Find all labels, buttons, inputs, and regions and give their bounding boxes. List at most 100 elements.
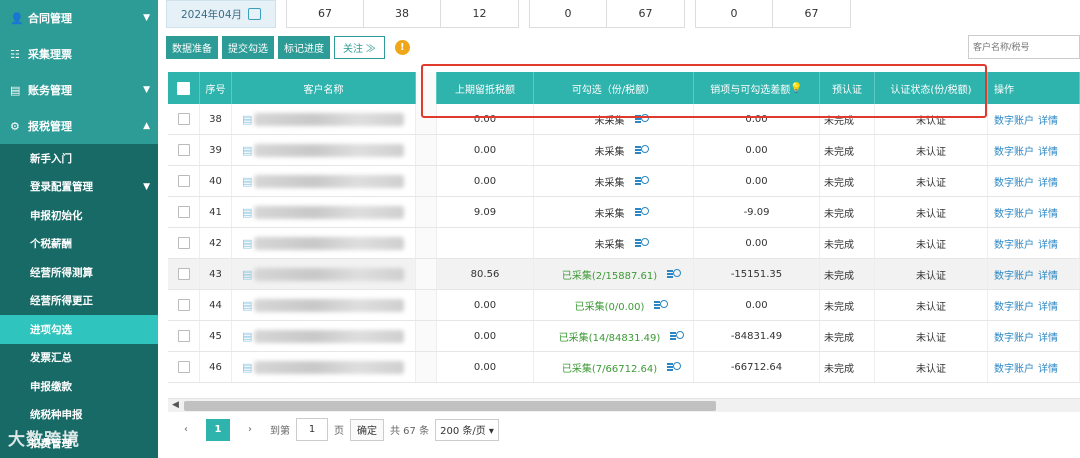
stat-value[interactable]: 67 <box>773 0 850 27</box>
detail-search-icon[interactable] <box>654 299 669 311</box>
calendar-icon[interactable] <box>248 8 262 20</box>
digital-account-link[interactable]: 数字账户 <box>994 174 1034 189</box>
detail-search-icon[interactable] <box>667 268 682 280</box>
sidebar-subitem-6[interactable]: 进项勾选 <box>0 315 158 344</box>
stat-value[interactable]: 67 <box>287 0 364 27</box>
next-page-icon[interactable]: › <box>238 419 262 441</box>
digital-account-link[interactable]: 数字账户 <box>994 143 1034 158</box>
stat-value[interactable]: 0 <box>530 0 607 27</box>
digital-account-link[interactable]: 数字账户 <box>994 298 1034 313</box>
submit-selection-button[interactable]: 提交勾选 <box>222 36 274 59</box>
digital-account-link[interactable]: 数字账户 <box>994 360 1034 375</box>
selectable-value[interactable]: 已采集(14/84831.49) <box>559 329 661 344</box>
client-name-cell[interactable]: ▤ <box>232 259 416 289</box>
digital-account-link[interactable]: 数字账户 <box>994 236 1034 251</box>
mark-progress-button[interactable]: 标记进度 <box>278 36 330 59</box>
client-name-cell[interactable]: ▤ <box>232 228 416 258</box>
row-checkbox[interactable] <box>177 113 190 125</box>
goto-confirm-button[interactable]: 确定 <box>350 418 384 441</box>
sidebar-subitem-0[interactable]: 新手入门 <box>0 144 158 173</box>
detail-search-icon[interactable] <box>634 175 649 187</box>
row-checkbox[interactable] <box>177 330 190 342</box>
prev-page-icon[interactable]: ‹ <box>174 419 198 441</box>
search-input[interactable] <box>968 35 1080 59</box>
sidebar-subitem-5[interactable]: 经营所得更正 <box>0 287 158 316</box>
sidebar-item-2[interactable]: ▤ 账务管理 ▼ <box>0 72 158 108</box>
client-name-cell[interactable]: ▤ <box>232 104 416 134</box>
stat-value[interactable]: 0 <box>696 0 773 27</box>
row-checkbox[interactable] <box>177 144 190 156</box>
sidebar-subitem-8[interactable]: 申报缴款 <box>0 372 158 401</box>
details-link[interactable]: 详情 <box>1038 236 1058 251</box>
row-checkbox[interactable] <box>177 237 190 249</box>
digital-account-link[interactable]: 数字账户 <box>994 329 1034 344</box>
details-link[interactable]: 详情 <box>1038 112 1058 127</box>
pre-cert-cell: 未完成 <box>820 135 875 165</box>
row-checkbox[interactable] <box>177 299 190 311</box>
client-name-cell[interactable]: ▤ <box>232 135 416 165</box>
sidebar-subitem-2[interactable]: 申报初始化 <box>0 201 158 230</box>
row-checkbox[interactable] <box>177 361 190 373</box>
scroll-left-icon[interactable]: ◀ <box>172 400 179 410</box>
scroll-thumb[interactable] <box>184 401 716 411</box>
selectable-value[interactable]: 已采集(2/15887.61) <box>562 267 657 282</box>
detail-search-icon[interactable] <box>634 237 649 249</box>
detail-search-icon[interactable] <box>634 206 649 218</box>
info-icon[interactable]: ! <box>394 40 410 55</box>
digital-account-link[interactable]: 数字账户 <box>994 205 1034 220</box>
stat-value[interactable]: 12 <box>441 0 518 27</box>
details-link[interactable]: 详情 <box>1038 267 1058 282</box>
client-name-cell[interactable]: ▤ <box>232 166 416 196</box>
client-name-cell[interactable]: ▤ <box>232 290 416 320</box>
sidebar-subitem-3[interactable]: 个税薪酬 <box>0 230 158 259</box>
row-checkbox[interactable] <box>177 268 190 280</box>
table-row[interactable]: 40 ▤ 0.00 未采集 0.00 未完成 未认证 数字账户 详情 <box>168 166 1080 197</box>
select-all-checkbox[interactable] <box>177 81 190 95</box>
details-link[interactable]: 详情 <box>1038 329 1058 344</box>
page-input[interactable]: 1 <box>296 418 328 441</box>
client-name-cell[interactable]: ▤ <box>232 352 416 382</box>
stat-value[interactable]: 67 <box>607 0 684 27</box>
follow-button[interactable]: 关注 ≫ <box>334 36 385 59</box>
details-link[interactable]: 详情 <box>1038 174 1058 189</box>
detail-search-icon[interactable] <box>667 361 682 373</box>
client-name-cell[interactable]: ▤ <box>232 197 416 227</box>
page-size-select[interactable]: 200 条/页 ▾ <box>435 418 499 441</box>
detail-search-icon[interactable] <box>634 113 649 125</box>
table-row[interactable]: 41 ▤ 9.09 未采集 -9.09 未完成 未认证 数字账户 详情 <box>168 197 1080 228</box>
data-prepare-button[interactable]: 数据准备 <box>166 36 218 59</box>
sidebar-subitem-label: 发票汇总 <box>30 352 72 365</box>
selectable-value[interactable]: 已采集(7/66712.64) <box>562 360 657 375</box>
table-row[interactable]: 38 ▤ 0.00 未采集 0.00 未完成 未认证 数字账户 详情 <box>168 104 1080 135</box>
row-checkbox[interactable] <box>177 206 190 218</box>
detail-search-icon[interactable] <box>670 330 685 342</box>
table-row[interactable]: 43 ▤ 80.56 已采集(2/15887.61) -15151.35 未完成 未认证 数字… <box>168 259 1080 290</box>
table-row[interactable]: 42 ▤ 未采集 0.00 未完成 未认证 数字账户 详情 <box>168 228 1080 259</box>
digital-account-link[interactable]: 数字账户 <box>994 112 1034 127</box>
sidebar-item-1[interactable]: ☷ 采集理票 <box>0 36 158 72</box>
date-picker[interactable]: 2024年04月 <box>166 0 276 28</box>
sidebar-subitem-1[interactable]: 登录配置管理 ▼ <box>0 173 158 202</box>
horizontal-scrollbar[interactable]: ◀ <box>168 398 1080 412</box>
table-row[interactable]: 46 ▤ 0.00 已采集(7/66712.64) -66712.64 未完成 未认证 数字账… <box>168 352 1080 383</box>
selectable-value: 未采集 <box>594 146 625 158</box>
client-name-cell[interactable]: ▤ <box>232 321 416 351</box>
details-link[interactable]: 详情 <box>1038 298 1058 313</box>
sidebar-subitem-4[interactable]: 经营所得测算 <box>0 258 158 287</box>
row-checkbox[interactable] <box>177 175 190 187</box>
sidebar-item-3[interactable]: ⚙ 报税管理 ▲ <box>0 108 158 144</box>
detail-search-icon[interactable] <box>634 144 649 156</box>
sidebar-subitem-7[interactable]: 发票汇总 <box>0 344 158 373</box>
table-row[interactable]: 45 ▤ 0.00 已采集(14/84831.49) -84831.49 未完成 未认证 数字… <box>168 321 1080 352</box>
details-link[interactable]: 详情 <box>1038 360 1058 375</box>
table-row[interactable]: 39 ▤ 0.00 未采集 0.00 未完成 未认证 数字账户 详情 <box>168 135 1080 166</box>
selectable-value[interactable]: 已采集(0/0.00) <box>575 298 645 313</box>
table-row[interactable]: 44 ▤ 0.00 已采集(0/0.00) 0.00 未完成 未认证 数字账户 详情 <box>168 290 1080 321</box>
digital-account-link[interactable]: 数字账户 <box>994 267 1034 282</box>
stat-value[interactable]: 38 <box>364 0 441 27</box>
details-link[interactable]: 详情 <box>1038 143 1058 158</box>
document-icon: ▤ <box>242 143 253 157</box>
details-link[interactable]: 详情 <box>1038 205 1058 220</box>
sidebar-item-0[interactable]: 👤 合同管理 ▼ <box>0 0 158 36</box>
page-1-button[interactable]: 1 <box>206 418 230 441</box>
